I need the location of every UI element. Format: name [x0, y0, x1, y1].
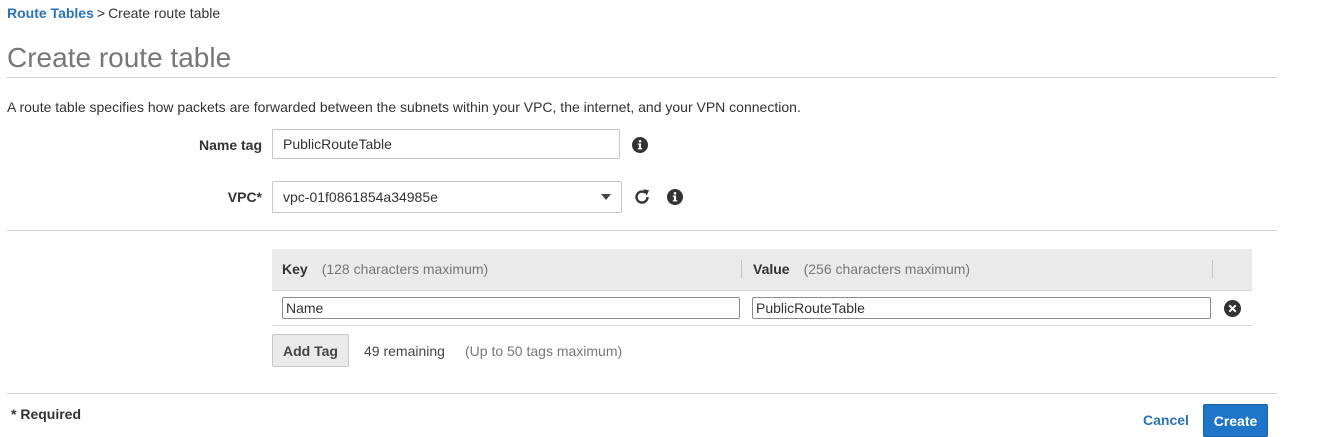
tags-table-header: Key (128 characters maximum) Value (256 ch… — [272, 249, 1252, 291]
info-icon[interactable] — [632, 137, 648, 153]
info-icon[interactable] — [667, 189, 683, 205]
vpc-selected-value: vpc-01f0861854a34985e — [283, 189, 438, 205]
remove-tag-icon[interactable] — [1224, 300, 1241, 317]
title-divider — [7, 77, 1277, 78]
name-tag-input[interactable] — [272, 129, 620, 159]
tag-row — [272, 291, 1252, 326]
add-tag-button[interactable]: Add Tag — [272, 334, 349, 367]
refresh-icon[interactable] — [632, 187, 652, 207]
tags-max-hint: (Up to 50 tags maximum) — [465, 343, 623, 359]
page-title: Create route table — [7, 42, 232, 73]
key-column-header: Key (128 characters maximum) — [282, 261, 488, 277]
key-header-hint: (128 characters maximum) — [321, 261, 489, 277]
tags-remaining-count: 49 remaining — [364, 343, 445, 359]
section-divider — [7, 230, 1277, 231]
tag-key-input[interactable] — [282, 297, 740, 319]
value-header-label: Value — [753, 261, 790, 277]
breadcrumb-route-tables-link[interactable]: Route Tables — [7, 5, 94, 21]
value-column-header: Value (256 characters maximum) — [753, 261, 970, 277]
vpc-select[interactable]: vpc-01f0861854a34985e — [272, 181, 622, 213]
column-divider — [741, 260, 742, 278]
breadcrumb: Route Tables > Create route table — [7, 5, 220, 21]
cancel-button[interactable]: Cancel — [1143, 412, 1189, 428]
required-note: * Required — [11, 406, 82, 422]
tags-table: Key (128 characters maximum) Value (256 ch… — [272, 249, 1252, 326]
breadcrumb-separator: > — [96, 5, 106, 21]
create-button[interactable]: Create — [1203, 404, 1268, 437]
footer-divider — [7, 393, 1277, 394]
vpc-label: VPC* — [227, 189, 262, 205]
value-header-hint: (256 characters maximum) — [803, 261, 971, 277]
page-description: A route table specifies how packets are … — [7, 99, 801, 115]
chevron-down-icon — [601, 194, 611, 200]
name-tag-label: Name tag — [198, 137, 262, 153]
key-header-label: Key — [282, 261, 308, 277]
tag-value-input[interactable] — [752, 297, 1211, 319]
column-divider — [1212, 260, 1213, 278]
breadcrumb-current: Create route table — [108, 5, 221, 21]
